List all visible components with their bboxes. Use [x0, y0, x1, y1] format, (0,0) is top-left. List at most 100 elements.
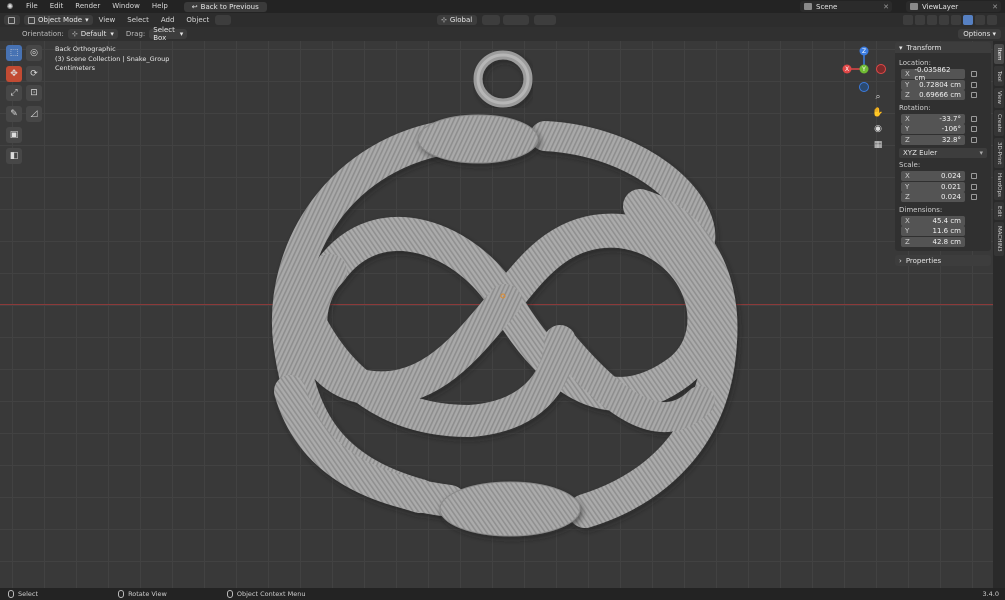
properties-panel-header[interactable]: › Properties: [895, 255, 991, 266]
dimensions-z-field[interactable]: Z 42.8 cm: [901, 236, 965, 247]
viewport-shading-controls: [903, 15, 997, 25]
camera-icon[interactable]: ◉: [872, 123, 884, 135]
tab-hardops[interactable]: HardOps: [994, 170, 1004, 200]
orientation-setting-dropdown[interactable]: ⊹ Default ▾: [67, 29, 118, 39]
status-bar: Select Rotate View Object Context Menu 3…: [0, 588, 1005, 600]
location-x-field[interactable]: X -0.035862 cm: [901, 66, 965, 82]
status-context-label: Object Context Menu: [236, 590, 306, 598]
back-to-previous-button[interactable]: ↩ Back to Previous: [183, 1, 267, 12]
annotate-tool-icon[interactable]: ✎: [6, 106, 22, 122]
menu-edit[interactable]: Edit: [44, 0, 70, 13]
lock-icon[interactable]: [971, 126, 977, 133]
tab-edit[interactable]: Edit: [994, 202, 1004, 220]
menu-select[interactable]: Select: [121, 16, 155, 24]
orientation-setting-value: Default: [80, 30, 107, 38]
axis-z-label: Z: [905, 237, 910, 246]
menu-add[interactable]: Add: [155, 16, 181, 24]
zoom-icon[interactable]: ⌕: [872, 91, 884, 103]
lock-icon[interactable]: [971, 183, 977, 190]
sidebar-tabs: Item Tool View Create 3D-Print HardOps E…: [993, 41, 1005, 588]
menu-render[interactable]: Render: [69, 0, 106, 13]
add-cube-tool-icon[interactable]: ▣: [6, 127, 22, 143]
tab-tool[interactable]: Tool: [994, 66, 1004, 86]
xray-toggle-icon[interactable]: [939, 15, 949, 25]
gizmo-neg-x-axis[interactable]: [876, 64, 886, 74]
lock-icon[interactable]: [971, 173, 977, 180]
version-label: 3.4.0: [982, 590, 999, 598]
gizmo-neg-z-axis[interactable]: [859, 82, 869, 92]
transform-orientation-dropdown[interactable]: ⊹ Global: [437, 15, 477, 25]
dimensions-y-field[interactable]: Y 11.6 cm: [901, 226, 965, 236]
proportional-editing-toggle[interactable]: [534, 15, 556, 25]
rotate-tool-icon[interactable]: ⟳: [26, 66, 42, 82]
drag-dropdown[interactable]: Select Box ▾: [149, 26, 188, 42]
tab-item[interactable]: Item: [994, 44, 1004, 64]
scale-y-field[interactable]: Y 0.021: [901, 181, 965, 192]
lock-icon[interactable]: [971, 136, 977, 143]
scale-z-field[interactable]: Z 0.024: [901, 192, 965, 202]
lock-icon[interactable]: [971, 115, 977, 122]
close-icon[interactable]: ✕: [883, 3, 889, 11]
rotation-z-field[interactable]: Z 32.8°: [901, 134, 965, 145]
material-shading-icon[interactable]: [975, 15, 985, 25]
select-box-tool-icon[interactable]: ⬚: [6, 45, 22, 61]
gizmo-toggle-icon[interactable]: [915, 15, 925, 25]
lock-icon[interactable]: [971, 71, 977, 78]
location-z-field[interactable]: Z 0.69666 cm: [901, 90, 965, 100]
editor-type-button[interactable]: [4, 15, 20, 25]
view-layer-selector[interactable]: ViewLayer ✕: [906, 1, 1001, 12]
snake-pendant-model[interactable]: [0, 41, 993, 588]
wireframe-shading-icon[interactable]: [951, 15, 961, 25]
rotation-x-field[interactable]: X -33.7°: [901, 113, 965, 124]
axis-x-label: X: [905, 216, 910, 225]
menu-view[interactable]: View: [93, 16, 122, 24]
lock-icon[interactable]: [971, 81, 977, 88]
rotation-mode-dropdown[interactable]: XYZ Euler ▾: [899, 148, 987, 158]
lock-icon[interactable]: [971, 194, 977, 201]
menu-window[interactable]: Window: [106, 0, 146, 13]
cursor-tool-icon[interactable]: ◎: [26, 45, 42, 61]
navigation-gizmo[interactable]: Z X Y: [838, 43, 896, 95]
menu-object[interactable]: Object: [180, 16, 215, 24]
tab-create[interactable]: Create: [994, 110, 1004, 136]
measure-tool-icon[interactable]: ◿: [26, 106, 42, 122]
tab-3d-print[interactable]: 3D-Print: [994, 138, 1004, 168]
scale-x-field[interactable]: X 0.024: [901, 171, 965, 181]
pan-hand-icon[interactable]: ✋: [872, 107, 884, 119]
scene-selector[interactable]: Scene ✕: [800, 1, 892, 12]
drag-label: Drag:: [125, 30, 146, 38]
dimensions-x-field[interactable]: X 45.4 cm: [901, 215, 965, 226]
lock-icon[interactable]: [971, 92, 977, 99]
location-y-field[interactable]: Y 0.72804 cm: [901, 79, 965, 90]
options-button[interactable]: Options ▾: [958, 29, 1001, 39]
scale-y-value: 0.021: [940, 182, 961, 191]
scale-tool-icon[interactable]: ⤢: [6, 85, 22, 101]
tab-machin3[interactable]: MACHIN3: [994, 222, 1004, 256]
pivot-point-dropdown[interactable]: [482, 15, 500, 25]
move-tool-icon[interactable]: ✥: [6, 66, 22, 82]
transform-panel-header[interactable]: ▾ Transform: [895, 42, 991, 53]
mode-dropdown[interactable]: Object Mode ▾: [24, 15, 93, 25]
transform-header-label: Transform: [906, 43, 942, 52]
overlay-toggle-icon[interactable]: [927, 15, 937, 25]
snap-toggle[interactable]: [503, 15, 529, 25]
menu-file[interactable]: File: [20, 0, 44, 13]
blender-logo-icon[interactable]: ✺: [4, 1, 16, 12]
object-mode-icon: [28, 16, 35, 24]
grid-icon[interactable]: ▦: [872, 139, 884, 151]
tab-view[interactable]: View: [994, 88, 1004, 108]
scale-x-value: 0.024: [940, 172, 961, 180]
rendered-shading-icon[interactable]: [987, 15, 997, 25]
rotation-y-field[interactable]: Y -106°: [901, 124, 965, 134]
transform-tool-icon[interactable]: ⊡: [26, 85, 42, 101]
menu-help[interactable]: Help: [146, 0, 174, 13]
orientation-icon: ⊹: [71, 30, 78, 38]
extra-tool-icon[interactable]: ◧: [6, 148, 22, 164]
solid-shading-icon[interactable]: [963, 15, 973, 25]
chevron-down-icon: ▾: [85, 16, 89, 24]
3d-viewport[interactable]: ⬚ ◎ ✥ ⟳ ⤢ ⊡ ✎ ◿ ▣ ◧ Back Orthographic (3…: [0, 41, 1005, 588]
extra-menu-button[interactable]: [215, 15, 232, 25]
visibility-icon[interactable]: [903, 15, 913, 25]
close-icon[interactable]: ✕: [992, 3, 998, 11]
orientation-setting-label: Orientation:: [22, 30, 64, 38]
